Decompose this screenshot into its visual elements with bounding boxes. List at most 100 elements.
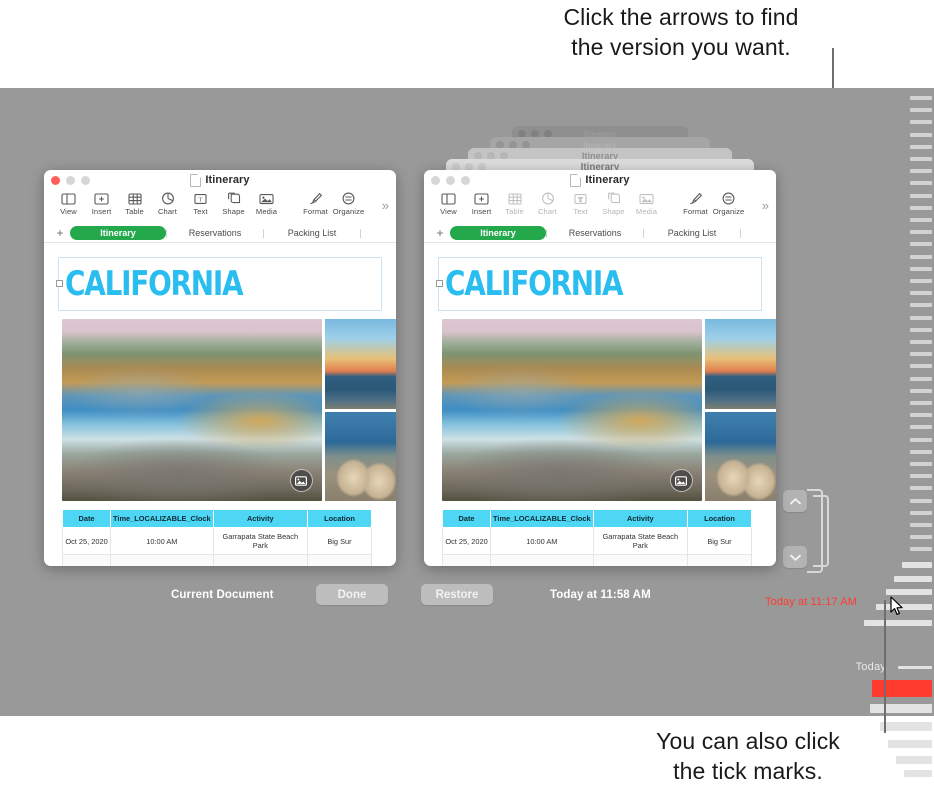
toolbar-button-chart[interactable]: Chart	[531, 191, 564, 216]
toolbar-button-text[interactable]: T Text	[184, 191, 217, 216]
timeline-tick[interactable]	[910, 303, 932, 308]
table-cell[interactable]	[441, 554, 492, 566]
toolbar-overflow-icon[interactable]: »	[762, 199, 769, 212]
timeline-tick[interactable]	[910, 181, 932, 186]
timeline-tick[interactable]	[910, 291, 932, 296]
itinerary-table[interactable]: Date Time_LOCALIZABLE_Clock Activity Locati…	[61, 508, 373, 566]
current-document-window[interactable]: Itinerary View Insert Table Chart T Text Shape…	[44, 170, 396, 566]
toolbar-button-shape[interactable]: Shape	[217, 191, 250, 216]
sheet-tab-packing-list[interactable]: Packing List	[264, 226, 360, 240]
timeline-tick[interactable]	[910, 218, 932, 222]
timeline-tick[interactable]	[910, 474, 932, 479]
timeline-tick[interactable]	[896, 756, 932, 764]
timeline-tick[interactable]	[910, 413, 932, 418]
timeline-tick[interactable]	[910, 315, 932, 320]
sheet-tab-reservations[interactable]: Reservations	[547, 226, 643, 240]
toolbar-button-insert[interactable]: Insert	[465, 191, 498, 216]
timeline-tick[interactable]	[910, 401, 932, 405]
timeline-tick[interactable]	[910, 266, 932, 271]
table-cell[interactable]: Oct 25, 2020	[61, 527, 112, 556]
elephant-seals-photo[interactable]	[324, 412, 396, 501]
add-sheet-button[interactable]: +	[50, 226, 70, 240]
timeline-tick[interactable]	[910, 157, 932, 161]
toolbar-button-media[interactable]: Media	[250, 191, 283, 216]
timeline-selected-tick[interactable]	[872, 680, 932, 697]
maximize-button[interactable]	[81, 176, 90, 185]
toolbar-overflow-icon[interactable]: »	[382, 199, 389, 212]
document-toolbar[interactable]: View Insert Table Chart T Text Shape Media Forma…	[424, 190, 776, 224]
timeline-tick[interactable]	[910, 132, 932, 137]
table-cell[interactable]: Big Sur	[686, 527, 753, 556]
timeline-tick[interactable]	[886, 589, 932, 595]
document-canvas[interactable]: CALIFORNIA Date Time_LOCALIZABLE_Clock Acti…	[44, 257, 396, 566]
timeline-tick[interactable]	[910, 352, 932, 357]
document-title-textbox[interactable]: CALIFORNIA	[56, 257, 382, 311]
resize-handle[interactable]	[436, 280, 443, 287]
table-cell[interactable]: 10:00 AM	[490, 527, 594, 556]
timeline-tick[interactable]	[910, 144, 932, 149]
toolbar-button-organize[interactable]: Organize	[332, 191, 365, 216]
table-row[interactable]	[61, 554, 373, 566]
timeline-tick[interactable]	[910, 108, 932, 113]
toolbar-button-format[interactable]: Format	[299, 191, 332, 216]
document-canvas[interactable]: CALIFORNIA Date Time_LOCALIZABLE_Clock Acti…	[424, 257, 776, 566]
timeline-tick[interactable]	[910, 169, 932, 174]
toolbar-button-view[interactable]: View	[432, 191, 465, 216]
timeline-tick[interactable]	[910, 547, 932, 552]
timeline-tick[interactable]	[910, 462, 932, 466]
table-cell[interactable]	[306, 554, 373, 566]
document-title-textbox[interactable]: CALIFORNIA	[436, 257, 762, 311]
timeline-tick[interactable]	[902, 562, 932, 568]
timeline-tick[interactable]	[910, 340, 932, 344]
timeline-tick[interactable]	[910, 279, 932, 283]
version-next-arrow-button[interactable]	[783, 546, 807, 568]
elephant-seals-photo[interactable]	[704, 412, 776, 501]
toolbar-button-organize[interactable]: Organize	[712, 191, 745, 216]
toolbar-button-chart[interactable]: Chart	[151, 191, 184, 216]
toolbar-button-view[interactable]: View	[52, 191, 85, 216]
table-cell[interactable]: Garrapata State Beach Park	[592, 527, 688, 556]
table-cell[interactable]	[212, 554, 308, 566]
minimize-button[interactable]	[66, 176, 75, 185]
sheet-tab-reservations[interactable]: Reservations	[167, 226, 263, 240]
timeline-tick[interactable]	[894, 576, 932, 582]
timeline-tick[interactable]	[910, 120, 932, 125]
close-button[interactable]	[431, 176, 440, 185]
document-toolbar[interactable]: View Insert Table Chart T Text Shape Media Forma…	[44, 190, 396, 224]
resize-handle[interactable]	[56, 280, 63, 287]
toolbar-button-format[interactable]: Format	[679, 191, 712, 216]
timeline-tick[interactable]	[910, 437, 932, 442]
version-nav-arrows[interactable]	[783, 490, 807, 568]
sunset-seascape-photo[interactable]	[704, 319, 776, 409]
table-cell[interactable]	[490, 554, 594, 566]
toolbar-button-table[interactable]: Table	[498, 191, 531, 216]
timeline-tick[interactable]	[910, 388, 932, 393]
timeline-tick[interactable]	[910, 254, 932, 259]
timeline-tick[interactable]	[910, 242, 932, 247]
toolbar-button-table[interactable]: Table	[118, 191, 151, 216]
media-placeholder-icon[interactable]	[289, 469, 313, 492]
timeline-tick[interactable]	[910, 205, 932, 210]
coastline-photo[interactable]	[62, 319, 322, 501]
timeline-tick[interactable]	[910, 510, 932, 515]
table-row[interactable]: Oct 25, 2020 10:00 AM Garrapata State Beac…	[441, 527, 753, 556]
itinerary-table[interactable]: Date Time_LOCALIZABLE_Clock Activity Locati…	[441, 508, 753, 566]
version-timeline[interactable]: Today	[856, 88, 934, 777]
table-cell[interactable]: Oct 25, 2020	[441, 527, 492, 556]
sheet-tab-packing-list[interactable]: Packing List	[644, 226, 740, 240]
toolbar-button-shape[interactable]: Shape	[597, 191, 630, 216]
table-cell[interactable]	[592, 554, 688, 566]
sheet-tab-itinerary[interactable]: Itinerary	[70, 226, 166, 240]
table-cell[interactable]	[61, 554, 112, 566]
timeline-tick[interactable]	[910, 449, 932, 454]
timeline-today-tick[interactable]	[898, 666, 932, 669]
window-traffic-lights[interactable]	[51, 176, 90, 185]
timeline-tick[interactable]	[910, 498, 932, 503]
timeline-tick[interactable]	[910, 425, 932, 430]
sheet-tab-itinerary[interactable]: Itinerary	[450, 226, 546, 240]
maximize-button[interactable]	[461, 176, 470, 185]
timeline-tick[interactable]	[910, 376, 932, 381]
timeline-tick[interactable]	[864, 620, 932, 626]
timeline-tick[interactable]	[910, 523, 932, 527]
timeline-tick[interactable]	[910, 230, 932, 235]
